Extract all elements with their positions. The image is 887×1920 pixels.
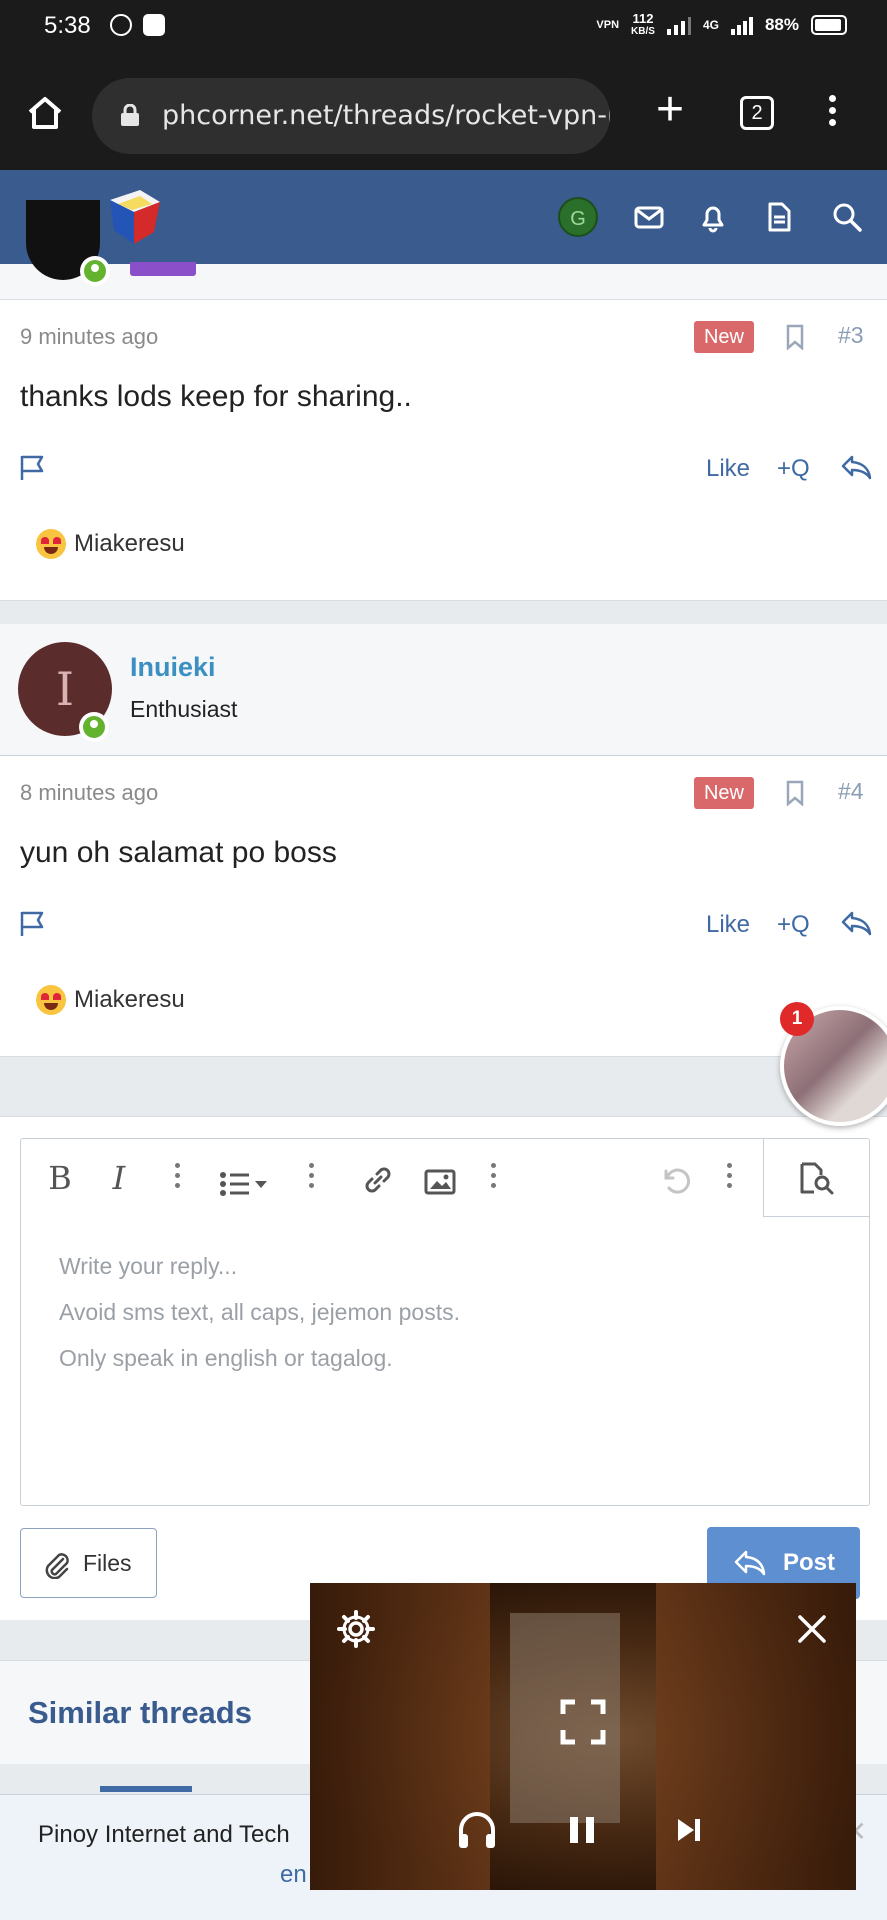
placeholder-line: Only speak in english or tagalog.: [59, 1345, 393, 1371]
reply-editor[interactable]: B I Write your reply... Avoid sms text, …: [20, 1138, 870, 1506]
placeholder-line: Write your reply...: [59, 1253, 238, 1279]
new-badge: New: [694, 777, 754, 809]
post-time[interactable]: 9 minutes ago: [20, 324, 158, 350]
network-type: 4G: [702, 18, 719, 32]
messenger-icon: [110, 14, 132, 36]
status-bar: 5:38 VPN 112 KB/S 4G 88%: [0, 0, 887, 52]
battery-icon: [811, 15, 847, 35]
post-message: yun oh salamat po boss: [20, 836, 337, 869]
section-heading: Similar threads: [28, 1695, 252, 1730]
signal-icon: [666, 17, 691, 35]
more-list-options-icon[interactable]: [307, 1159, 315, 1197]
post-label: Post: [783, 1549, 836, 1576]
list-dropdown-icon[interactable]: [219, 1165, 273, 1203]
new-badge: New: [694, 321, 754, 353]
more-editor-options-icon[interactable]: [725, 1159, 733, 1197]
like-button[interactable]: Like: [706, 455, 750, 483]
more-insert-options-icon[interactable]: [489, 1159, 497, 1197]
bell-icon[interactable]: [696, 200, 730, 234]
link-icon[interactable]: [361, 1161, 395, 1199]
quote-button[interactable]: +Q: [777, 911, 810, 939]
post-3: 9 minutes ago New #3 thanks lods keep fo…: [0, 300, 887, 601]
vpn-indicator: VPN: [596, 18, 620, 31]
post-number[interactable]: #3: [838, 322, 864, 349]
report-flag-icon[interactable]: [18, 908, 48, 938]
post-time[interactable]: 8 minutes ago: [20, 780, 158, 806]
similar-threads-tab-indicator: [100, 1786, 192, 1792]
headphones-icon[interactable]: [456, 1809, 498, 1851]
site-logo[interactable]: [100, 184, 166, 250]
quote-button[interactable]: +Q: [777, 455, 810, 483]
network-speed: 112 KB/S: [631, 11, 655, 37]
fullscreen-icon[interactable]: [560, 1699, 606, 1745]
reaction-summary[interactable]: Miakeresu: [36, 529, 185, 559]
image-icon[interactable]: [423, 1163, 457, 1201]
online-status-icon: [79, 712, 109, 742]
reaction-summary[interactable]: Miakeresu: [36, 985, 185, 1015]
post-number[interactable]: #4: [838, 778, 864, 805]
mail-icon[interactable]: [632, 200, 666, 234]
status-right-cluster: VPN 112 KB/S 4G 88%: [596, 12, 847, 38]
bookmark-icon[interactable]: [785, 324, 805, 350]
online-status-icon: [80, 256, 110, 286]
user-title: Enthusiast: [130, 696, 238, 722]
more-text-options-icon[interactable]: [173, 1159, 181, 1197]
tab-switcher-button[interactable]: 2: [740, 96, 774, 130]
browser-menu-icon[interactable]: [822, 92, 842, 132]
url-bar[interactable]: phcorner.net/threads/rocket-vpn-r: [92, 78, 610, 154]
report-flag-icon[interactable]: [18, 452, 48, 482]
signal-icon-2: [730, 17, 753, 35]
status-time: 5:38: [44, 12, 91, 39]
battery-percent: 88%: [764, 15, 799, 34]
italic-button[interactable]: I: [109, 1159, 129, 1197]
youtube-icon: [143, 14, 165, 36]
reply-icon: [734, 1550, 766, 1576]
banner-text: Pinoy Internet and Tech: [38, 1821, 290, 1848]
bookmark-icon[interactable]: [785, 780, 805, 806]
attach-files-button[interactable]: Files: [20, 1528, 157, 1598]
reply-icon[interactable]: [840, 909, 872, 937]
bold-button[interactable]: B: [47, 1159, 73, 1197]
post-4: 8 minutes ago New #4 yun oh salamat po b…: [0, 756, 887, 1057]
placeholder-line: Avoid sms text, all caps, jejemon posts.: [59, 1299, 460, 1325]
search-icon[interactable]: [830, 200, 864, 234]
heart-eyes-emoji-icon: [36, 529, 66, 559]
preview-icon: [800, 1162, 834, 1195]
lock-icon: [121, 104, 139, 126]
settings-gear-icon[interactable]: [336, 1609, 376, 1649]
post-message: thanks lods keep for sharing..: [20, 380, 412, 413]
url-text: phcorner.net/threads/rocket-vpn-r: [162, 100, 610, 131]
user-banner-badge: [130, 262, 196, 276]
home-icon[interactable]: [26, 94, 64, 132]
browser-toolbar: phcorner.net/threads/rocket-vpn-r + 2: [0, 52, 887, 170]
files-label: Files: [83, 1550, 132, 1576]
reply-icon[interactable]: [840, 453, 872, 481]
user-avatar[interactable]: G: [558, 197, 598, 237]
new-tab-button[interactable]: +: [650, 82, 690, 142]
reaction-user[interactable]: Miakeresu: [74, 986, 185, 1014]
undo-icon[interactable]: [657, 1161, 691, 1199]
username-link[interactable]: Inuieki: [130, 652, 216, 683]
picture-in-picture-player[interactable]: [310, 1583, 856, 1890]
forum-header: G: [0, 170, 887, 264]
document-icon[interactable]: [762, 200, 796, 234]
reaction-user[interactable]: Miakeresu: [74, 530, 185, 558]
preview-button[interactable]: [763, 1139, 869, 1217]
close-icon[interactable]: [796, 1613, 828, 1645]
like-button[interactable]: Like: [706, 911, 750, 939]
paperclip-icon: [45, 1553, 69, 1579]
unread-count-badge: 1: [780, 1002, 814, 1036]
post-4-user-block: I Inuieki Enthusiast: [0, 624, 887, 756]
skip-next-icon[interactable]: [674, 1815, 704, 1845]
editor-toolbar: B I: [21, 1139, 869, 1217]
pause-icon[interactable]: [566, 1813, 598, 1847]
heart-eyes-emoji-icon: [36, 985, 66, 1015]
reply-placeholder: Write your reply... Avoid sms text, all …: [59, 1243, 460, 1381]
banner-link[interactable]: en: [280, 1861, 307, 1889]
